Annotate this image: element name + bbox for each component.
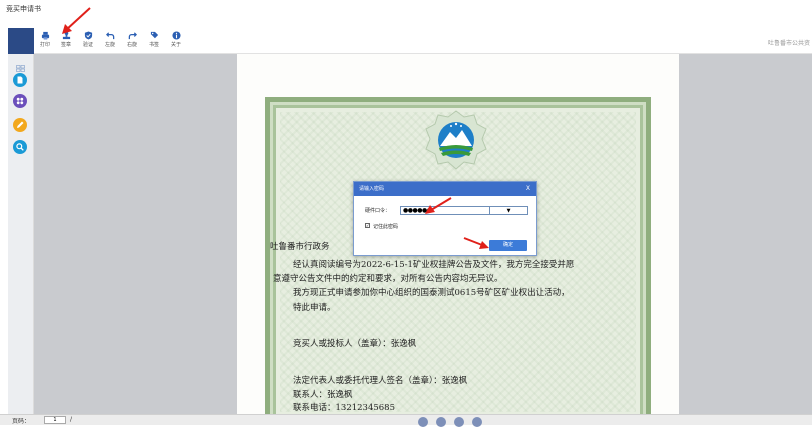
- page-label: 页码：: [12, 418, 31, 425]
- toolbar-org-name: 吐鲁番市公共资: [767, 40, 810, 47]
- confirm-button[interactable]: 确定: [489, 240, 527, 251]
- about-button[interactable]: 关于: [166, 31, 186, 48]
- left-sidebar: [8, 54, 34, 414]
- page-separator: /: [70, 416, 73, 423]
- stamp-label: 签章: [60, 42, 71, 48]
- contact-person-line: 联系人：张逸枫: [293, 390, 353, 400]
- verify-label: 验证: [82, 42, 93, 48]
- viewer-toolbar: 打印 签章 验证 左旋 右旋 书签 关于 吐鲁番市公共资: [34, 28, 812, 54]
- grid-view-button[interactable]: [13, 94, 27, 108]
- paragraph-line-2: 意遵守公告文件中的约定和要求，对所有公告内容均无异议。: [273, 274, 503, 284]
- search-icon: [16, 143, 24, 151]
- bottom-bar: 页码： 1 /: [0, 414, 812, 427]
- thumbnails-icon: [16, 65, 25, 72]
- page-title: 竞买申请书: [6, 5, 41, 13]
- print-label: 打印: [39, 42, 50, 48]
- rotate-right-label: 右旋: [126, 42, 137, 48]
- stamp-button[interactable]: 签章: [56, 31, 76, 48]
- password-dropdown-toggle[interactable]: ▼: [490, 206, 528, 215]
- dialog-header: 请输入密码 X: [354, 182, 536, 196]
- stamp-icon: [62, 31, 70, 40]
- bidder-signature-line: 竞买人或投标人（盖章）：张逸枫: [293, 339, 417, 349]
- bookmark-button[interactable]: 书签: [144, 31, 164, 48]
- paragraph-line-4: 特此申请。: [293, 303, 336, 313]
- rotate-right-button[interactable]: 右旋: [122, 31, 142, 48]
- verify-button[interactable]: 验证: [78, 31, 98, 48]
- page-view-button[interactable]: [13, 73, 27, 87]
- rotate-left-button[interactable]: 左旋: [100, 31, 120, 48]
- dialog-close-button[interactable]: X: [526, 182, 530, 196]
- bookmark-tag-icon: [150, 31, 158, 39]
- page-icon: [17, 76, 23, 84]
- print-button[interactable]: 打印: [35, 31, 55, 48]
- grid-icon: [16, 97, 24, 105]
- shield-check-icon: [84, 31, 92, 40]
- password-label: 硬件口令：: [365, 208, 391, 214]
- rotate-right-icon: [128, 32, 137, 40]
- bookmark-label: 书签: [148, 42, 159, 48]
- prev-page-button[interactable]: [436, 417, 446, 427]
- addressee-line: 吐鲁番市行政务: [270, 242, 330, 252]
- first-page-button[interactable]: [418, 417, 428, 427]
- representative-signature-line: 法定代表人或委托代理人签名（盖章）：张逸枫: [293, 376, 468, 386]
- next-page-button[interactable]: [454, 417, 464, 427]
- emblem-icon: [425, 110, 487, 170]
- password-input[interactable]: ●●●●●●: [400, 206, 490, 215]
- rotate-left-icon: [105, 32, 114, 40]
- remember-password-label: 记住此密码: [373, 224, 399, 230]
- password-dialog: 请输入密码 X 硬件口令： ●●●●●● ▼ ✓ 记住此密码 确定: [353, 181, 537, 256]
- paragraph-line-1: 经认真阅读编号为2022-6-15-1矿业权挂牌公告及文件，我方完全接受并愿: [293, 260, 575, 270]
- search-button[interactable]: [13, 140, 27, 154]
- contact-phone-line: 联系电话：13212345685: [293, 403, 395, 413]
- info-icon: [171, 31, 181, 40]
- dialog-title: 请输入密码: [359, 186, 385, 192]
- remember-password-checkbox[interactable]: ✓: [365, 223, 370, 228]
- paragraph-line-3: 我方现正式申请参加你中心组织的国泰测试0615号矿区矿业权出让活动，: [293, 288, 570, 298]
- page-number-input[interactable]: 1: [44, 416, 66, 424]
- about-label: 关于: [170, 42, 181, 48]
- pen-icon: [17, 121, 24, 128]
- printer-icon: [41, 31, 49, 40]
- annotate-button[interactable]: [13, 118, 27, 132]
- rotate-left-label: 左旋: [104, 42, 115, 48]
- toolbar-corner-block: [8, 28, 34, 54]
- last-page-button[interactable]: [472, 417, 482, 427]
